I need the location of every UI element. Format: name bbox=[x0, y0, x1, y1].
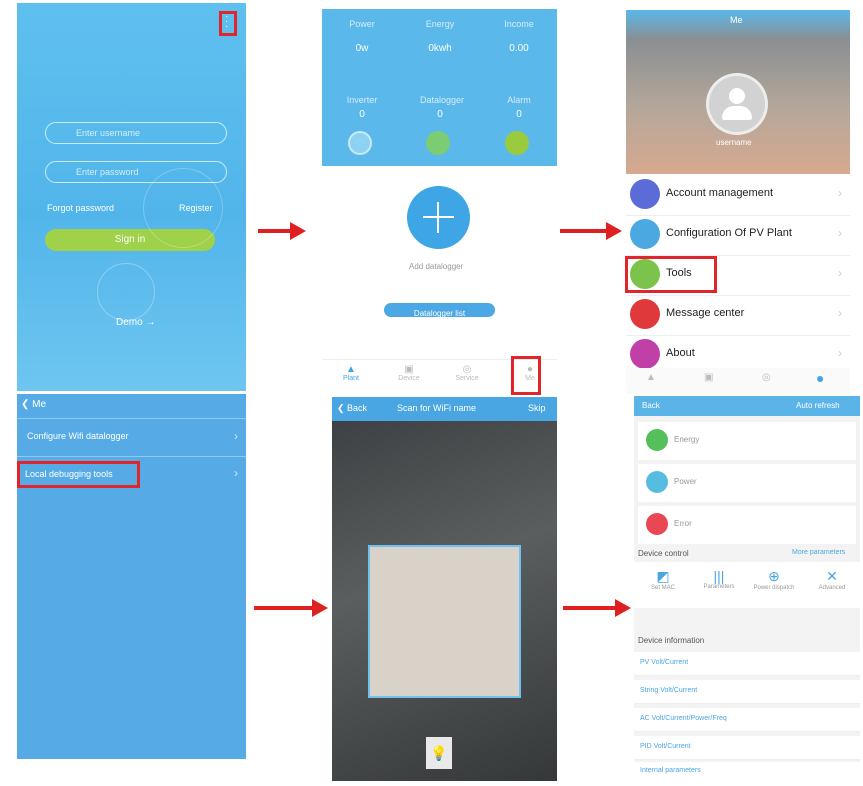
more-parameters-link[interactable]: More parameters bbox=[792, 549, 845, 556]
menu-account-management[interactable]: Account management › bbox=[626, 176, 850, 216]
arrow-icon bbox=[560, 222, 622, 240]
tab-service[interactable]: ◎ bbox=[762, 372, 771, 383]
decor-circle bbox=[143, 168, 223, 248]
sign-in-label: Sign in bbox=[114, 234, 146, 245]
chevron-right-icon: › bbox=[838, 226, 842, 240]
username-label: username bbox=[716, 138, 752, 147]
datalogger-icon bbox=[426, 131, 450, 155]
info-row[interactable]: PV Volt/Current bbox=[634, 652, 860, 676]
tab-service[interactable]: ◎ Service bbox=[452, 364, 482, 382]
inverter-icon bbox=[348, 131, 372, 155]
tab-plant[interactable]: ▲ bbox=[646, 372, 656, 383]
nav-bar: ❮ Back Scan for WiFi name Skip bbox=[332, 397, 557, 421]
chevron-right-icon: › bbox=[838, 266, 842, 280]
info-row[interactable]: Internal parameters bbox=[634, 762, 860, 782]
menu-message-center[interactable]: Message center › bbox=[626, 296, 850, 336]
tab-me[interactable]: ● bbox=[816, 370, 824, 386]
scan-title: Scan for WiFi name bbox=[397, 403, 477, 413]
arrow-icon bbox=[563, 599, 631, 617]
back-button[interactable]: ❮ Back bbox=[337, 403, 367, 414]
divider bbox=[17, 418, 246, 419]
highlight-local-debugging bbox=[17, 461, 140, 488]
back-button[interactable]: ❮ Me bbox=[21, 399, 46, 410]
stat-item: Power 0w bbox=[349, 19, 375, 54]
power-icon bbox=[646, 471, 668, 493]
energy-card: Energy bbox=[638, 422, 856, 460]
highlight-menu bbox=[219, 11, 237, 36]
chevron-right-icon: › bbox=[234, 466, 238, 480]
me-screen: Me username Account management › Configu… bbox=[626, 10, 850, 394]
tab-device[interactable]: ▣ Device bbox=[394, 364, 424, 382]
power-dispatch-tool[interactable]: ⊕ Power dispatch bbox=[752, 568, 796, 591]
decor-circle bbox=[97, 263, 155, 321]
error-icon bbox=[646, 513, 668, 535]
account-input[interactable]: Enter username bbox=[45, 122, 227, 144]
tab-bar: ▲ ▣ ◎ ● bbox=[626, 368, 850, 394]
energy-icon bbox=[646, 429, 668, 451]
tab-plant[interactable]: ▲ Plant bbox=[336, 364, 366, 382]
stat-item: Alarm 0 bbox=[507, 95, 531, 120]
password-placeholder: Enter password bbox=[76, 167, 139, 177]
highlight-tools bbox=[625, 256, 717, 293]
divider bbox=[17, 456, 246, 457]
chevron-right-icon: › bbox=[838, 306, 842, 320]
stat-item: Income 0.00 bbox=[504, 19, 534, 54]
flashlight-button[interactable]: 💡 bbox=[426, 737, 452, 769]
tools-row: ◩ Set MAC ||| Parameters ⊕ Power dispatch ✕… bbox=[634, 562, 860, 608]
alarm-icon bbox=[505, 131, 529, 155]
arrow-icon bbox=[258, 222, 306, 240]
account-icon bbox=[630, 179, 660, 209]
config-icon bbox=[630, 219, 660, 249]
datalogger-list-button[interactable]: Datalogger list bbox=[384, 303, 495, 318]
chevron-right-icon: › bbox=[838, 186, 842, 200]
demo-link[interactable]: Demo → bbox=[116, 317, 155, 328]
info-row[interactable]: PID Volt/Current bbox=[634, 736, 860, 760]
profile-header: Me username bbox=[626, 10, 850, 174]
add-datalogger-label: Add datalogger bbox=[409, 262, 464, 271]
advanced-tool[interactable]: ✕ Advanced bbox=[812, 568, 852, 591]
tab-device[interactable]: ▣ bbox=[704, 372, 713, 383]
stat-item: Inverter 0 bbox=[346, 95, 378, 120]
info-row[interactable]: String Volt/Current bbox=[634, 680, 860, 704]
header-title: Me bbox=[730, 15, 743, 25]
device-screen: Back Auto refresh Energy Power Error Dev… bbox=[634, 396, 860, 782]
add-datalogger-button[interactable] bbox=[407, 186, 470, 249]
login-screen: · · · Enter username Enter password Forgot… bbox=[17, 3, 246, 391]
configure-wifi-item[interactable]: Configure Wifi datalogger › bbox=[17, 421, 246, 455]
stat-item: Energy 0kwh bbox=[425, 19, 455, 54]
highlight-me-tab bbox=[511, 356, 541, 395]
stat-item: Datalogger 0 bbox=[420, 95, 465, 120]
menu-configuration[interactable]: Configuration Of PV Plant › bbox=[626, 216, 850, 256]
tools-screen: ❮ Me Configure Wifi datalogger › Local d… bbox=[17, 394, 246, 759]
chevron-right-icon: › bbox=[234, 429, 238, 443]
device-info-heading: Device information bbox=[638, 636, 705, 645]
parameters-tool[interactable]: ||| Parameters bbox=[700, 568, 738, 590]
forgot-password-link[interactable]: Forgot password bbox=[47, 203, 114, 213]
scan-screen: ❮ Back Scan for WiFi name Skip 💡 bbox=[332, 397, 557, 781]
nav-bar: Back Auto refresh bbox=[634, 396, 860, 416]
message-icon bbox=[630, 299, 660, 329]
auto-refresh-button[interactable]: Auto refresh bbox=[796, 401, 840, 410]
arrow-icon bbox=[254, 599, 328, 617]
avatar bbox=[706, 73, 768, 135]
chevron-right-icon: › bbox=[838, 346, 842, 360]
back-button[interactable]: Back bbox=[642, 401, 660, 410]
account-placeholder: Enter username bbox=[76, 128, 141, 138]
stats-header: Power 0w Energy 0kwh Income 0.00 Inverte… bbox=[322, 9, 557, 166]
error-card: Error bbox=[638, 506, 856, 544]
set-mac-tool[interactable]: ◩ Set MAC bbox=[648, 568, 678, 591]
skip-button[interactable]: Skip bbox=[528, 403, 546, 413]
scan-frame bbox=[368, 545, 521, 698]
dashboard-screen: Power 0w Energy 0kwh Income 0.00 Inverte… bbox=[322, 9, 557, 390]
about-icon bbox=[630, 339, 660, 369]
device-control-heading: Device control bbox=[638, 549, 689, 558]
power-card: Power bbox=[638, 464, 856, 502]
info-row[interactable]: AC Volt/Current/Power/Freq bbox=[634, 708, 860, 732]
